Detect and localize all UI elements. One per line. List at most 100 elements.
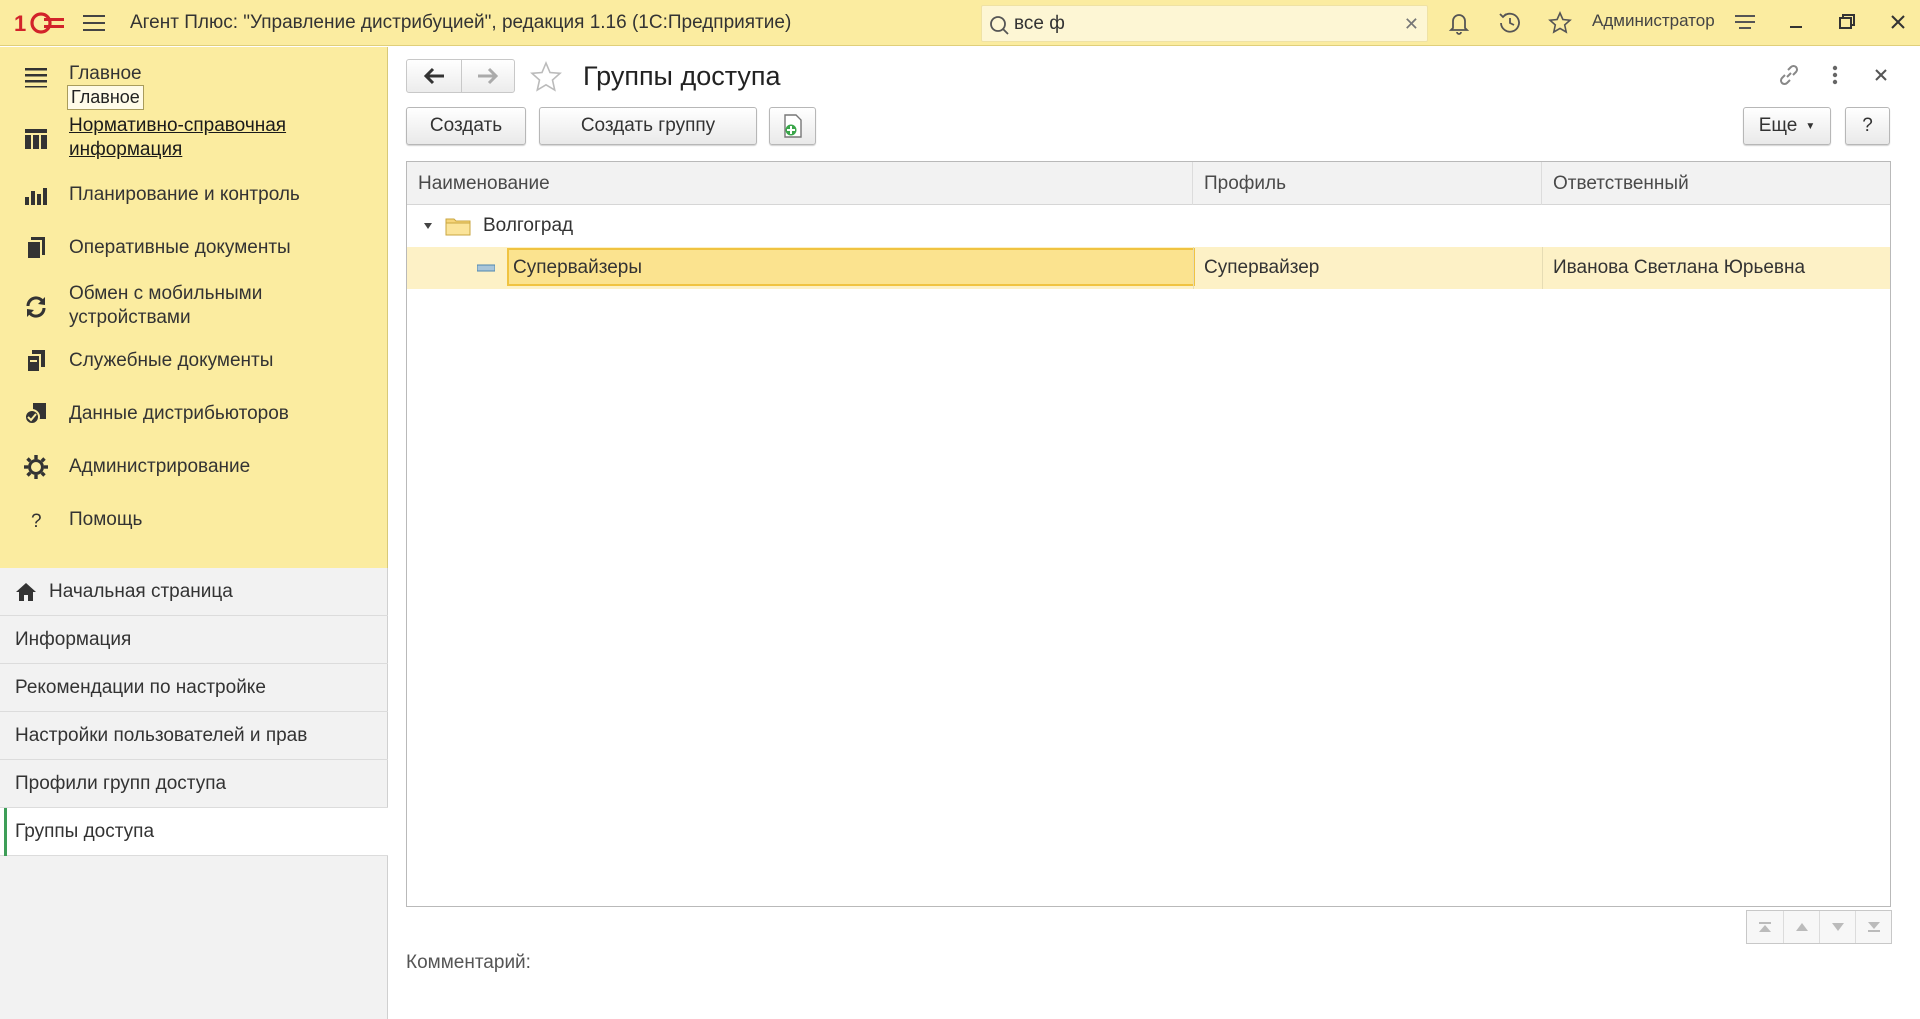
section-label-line1: Нормативно-справочная	[69, 115, 287, 136]
copy-item-button[interactable]	[769, 107, 816, 145]
column-header-responsible[interactable]: Ответственный	[1542, 162, 1890, 205]
nav-item-label: Настройки пользователей и прав	[15, 724, 308, 746]
section-administration[interactable]: Администрирование	[0, 447, 388, 487]
search-icon	[990, 16, 1009, 35]
nav-access-group-profiles[interactable]: Профили групп доступа	[0, 760, 388, 808]
column-header-profile[interactable]: Профиль	[1193, 162, 1542, 205]
folder-icon	[445, 218, 471, 236]
page-title: Группы доступа	[583, 61, 781, 91]
section-planning[interactable]: Планирование и контроль	[0, 175, 388, 215]
forward-button[interactable]	[460, 60, 515, 92]
table-header: Наименование Профиль Ответственный	[407, 162, 1890, 205]
form-area: Группы доступа Создать Создать группу Ещ…	[389, 47, 1920, 1019]
back-button[interactable]	[407, 60, 461, 92]
section-label: Администрирование	[69, 456, 251, 477]
nav-setup-recommendations[interactable]: Рекомендации по настройке	[0, 664, 388, 712]
nav-item-label: Информация	[15, 628, 132, 650]
table-group-row[interactable]: Волгоград	[407, 205, 1890, 247]
help-button[interactable]: ?	[1845, 107, 1890, 145]
chart-icon	[25, 188, 47, 205]
table-row[interactable]: Супервайзеры Супервайзер Иванова Светлан…	[407, 247, 1890, 289]
section-service-documents[interactable]: Служебные документы	[0, 341, 388, 381]
scroll-to-top-button[interactable]	[1747, 911, 1783, 943]
section-label: Служебные документы	[69, 350, 274, 371]
app-title: Агент Плюс: "Управление дистрибуцией", р…	[130, 12, 792, 33]
chevron-down-icon: ▼	[1805, 120, 1816, 132]
search-input[interactable]	[1014, 10, 1384, 38]
cell-responsible: Иванова Светлана Юрьевна	[1553, 257, 1806, 278]
section-reference-info[interactable]: Нормативно-справочная информация	[0, 112, 388, 164]
double-up-arrow-icon	[1759, 922, 1771, 932]
group-name: Волгоград	[483, 215, 574, 236]
svg-text:?: ?	[31, 511, 42, 532]
section-label-line1: Обмен с мобильными	[69, 283, 263, 304]
nav-information[interactable]: Информация	[0, 616, 388, 664]
gear-icon	[24, 455, 48, 479]
main-menu-icon[interactable]	[82, 12, 106, 34]
scroll-down-button[interactable]	[1819, 911, 1855, 943]
notifications-bell-icon[interactable]	[1446, 10, 1472, 36]
section-commands-panel: Начальная страница Информация Рекомендац…	[0, 568, 388, 1019]
section-label: Помощь	[69, 509, 143, 530]
section-label: Данные дистрибьюторов	[69, 403, 289, 424]
catalog-icon	[25, 129, 47, 149]
double-down-arrow-icon	[1867, 922, 1880, 932]
section-label: Главное	[69, 63, 142, 84]
tooltip: Главное	[67, 85, 144, 110]
section-mobile-exchange[interactable]: Обмен с мобильными устройствами	[0, 280, 388, 332]
nav-access-groups[interactable]: Группы доступа	[0, 808, 388, 856]
minimize-icon[interactable]	[1784, 10, 1808, 34]
comment-label: Комментарий:	[406, 952, 531, 973]
nav-item-label: Рекомендации по настройке	[15, 676, 266, 698]
more-actions-button[interactable]: Еще ▼	[1743, 107, 1831, 145]
link-icon[interactable]	[1776, 62, 1802, 88]
clear-search-icon[interactable]: ✕	[1404, 14, 1419, 35]
access-groups-table[interactable]: Наименование Профиль Ответственный Волго…	[406, 161, 1891, 907]
section-label: Планирование и контроль	[69, 184, 300, 205]
restore-window-icon[interactable]	[1835, 10, 1859, 34]
item-marker-icon	[477, 264, 495, 272]
section-help[interactable]: ? Помощь	[0, 500, 388, 540]
section-label: Оперативные документы	[69, 237, 291, 258]
column-divider	[1542, 247, 1543, 289]
help-icon: ?	[31, 511, 42, 532]
svg-text:1: 1	[14, 11, 26, 36]
scroll-to-bottom-button[interactable]	[1855, 911, 1891, 943]
section-operational-documents[interactable]: Оперативные документы	[0, 228, 388, 268]
column-header-name[interactable]: Наименование	[407, 162, 1193, 205]
home-icon	[16, 583, 36, 601]
scroll-up-button[interactable]	[1783, 911, 1819, 943]
arrow-left-icon	[423, 67, 444, 85]
settings-lines-icon[interactable]	[1733, 10, 1757, 34]
expand-triangle-icon[interactable]	[423, 221, 433, 231]
close-form-icon[interactable]	[1868, 62, 1894, 88]
section-distributor-data[interactable]: Данные дистрибьюторов	[0, 394, 388, 434]
menu-icon	[25, 68, 47, 88]
add-document-icon	[783, 114, 802, 138]
documents-icon	[26, 237, 45, 260]
create-button[interactable]: Создать	[406, 107, 526, 145]
more-options-icon[interactable]	[1822, 62, 1848, 88]
arrow-right-icon	[477, 67, 498, 85]
table-scroll-buttons	[1746, 910, 1892, 944]
sync-icon	[26, 296, 46, 318]
more-actions-label: Еще	[1758, 115, 1798, 136]
add-to-favorites-star-icon[interactable]	[529, 60, 563, 94]
1c-logo-icon[interactable]: 1	[14, 10, 66, 36]
history-icon[interactable]	[1497, 10, 1523, 36]
favorites-star-icon[interactable]	[1547, 10, 1573, 36]
column-divider	[1193, 247, 1194, 289]
section-label-line2: устройствами	[69, 307, 191, 328]
section-main[interactable]: Главное Главное	[0, 57, 388, 110]
search-box[interactable]: ✕	[981, 5, 1428, 42]
title-bar: 1 Агент Плюс: "Управление дистрибуцией",…	[0, 0, 1920, 46]
nav-user-rights-settings[interactable]: Настройки пользователей и прав	[0, 712, 388, 760]
create-group-button[interactable]: Создать группу	[539, 107, 757, 145]
user-name[interactable]: Администратор	[1592, 11, 1715, 31]
nav-home-page[interactable]: Начальная страница	[0, 568, 388, 616]
nav-item-label: Группы доступа	[15, 820, 155, 842]
cell-name: Супервайзеры	[513, 257, 642, 278]
close-window-icon[interactable]	[1886, 10, 1910, 34]
service-documents-icon	[26, 350, 45, 373]
cell-profile: Супервайзер	[1204, 257, 1320, 278]
